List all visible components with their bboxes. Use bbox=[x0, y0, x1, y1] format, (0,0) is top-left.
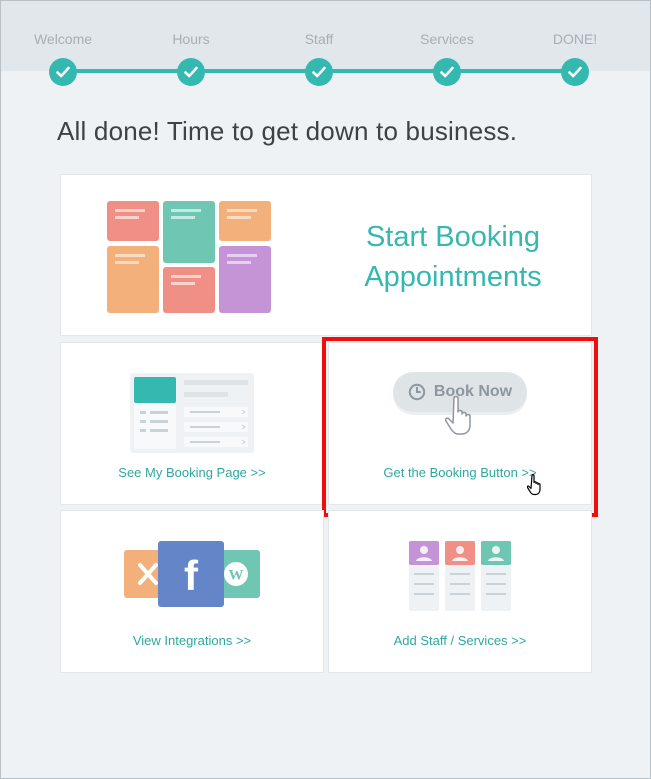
start-booking-title[interactable]: Start Booking Appointments bbox=[333, 217, 573, 297]
hand-pointer-icon bbox=[445, 395, 471, 435]
get-booking-button-link[interactable]: Get the Booking Button >> bbox=[329, 465, 591, 480]
clock-icon bbox=[408, 383, 426, 401]
check-icon bbox=[177, 58, 205, 86]
view-integrations-link[interactable]: View Integrations >> bbox=[61, 633, 323, 648]
step-welcome[interactable]: Welcome bbox=[13, 30, 113, 86]
page-title: All done! Time to get down to business. bbox=[57, 116, 518, 146]
step-label: Welcome bbox=[33, 31, 93, 47]
step-hours[interactable]: Hours bbox=[141, 30, 241, 86]
svg-text:W: W bbox=[229, 568, 244, 584]
start-booking-card[interactable]: Start Booking Appointments bbox=[60, 174, 592, 336]
step-label: Hours bbox=[172, 31, 210, 47]
booking-page-card[interactable]: See My Booking Page >> bbox=[60, 342, 324, 505]
integrations-illustration: W f bbox=[124, 541, 260, 607]
check-icon bbox=[433, 58, 461, 86]
staff-services-card[interactable]: Add Staff / Services >> bbox=[328, 510, 592, 673]
step-label: Services bbox=[420, 31, 474, 47]
step-services[interactable]: Services bbox=[397, 30, 497, 86]
step-staff[interactable]: Staff bbox=[269, 30, 369, 86]
check-icon bbox=[49, 58, 77, 86]
calendar-grid-illustration bbox=[107, 201, 271, 313]
cursor-hand-icon bbox=[527, 474, 541, 496]
booking-button-card[interactable]: Book Now Get the Booking Button >> bbox=[328, 342, 592, 505]
step-done[interactable]: DONE! bbox=[525, 30, 625, 86]
facebook-icon: f bbox=[184, 552, 199, 599]
integrations-card[interactable]: W f View Integrations >> bbox=[60, 510, 324, 673]
booking-page-illustration bbox=[130, 373, 254, 453]
step-label: DONE! bbox=[552, 31, 598, 47]
check-icon bbox=[561, 58, 589, 86]
see-booking-page-link[interactable]: See My Booking Page >> bbox=[61, 465, 323, 480]
check-icon bbox=[305, 58, 333, 86]
staff-columns-illustration bbox=[409, 541, 511, 611]
wordpress-icon: W bbox=[224, 562, 248, 586]
add-staff-services-link[interactable]: Add Staff / Services >> bbox=[329, 633, 591, 648]
step-label: Staff bbox=[304, 31, 334, 47]
